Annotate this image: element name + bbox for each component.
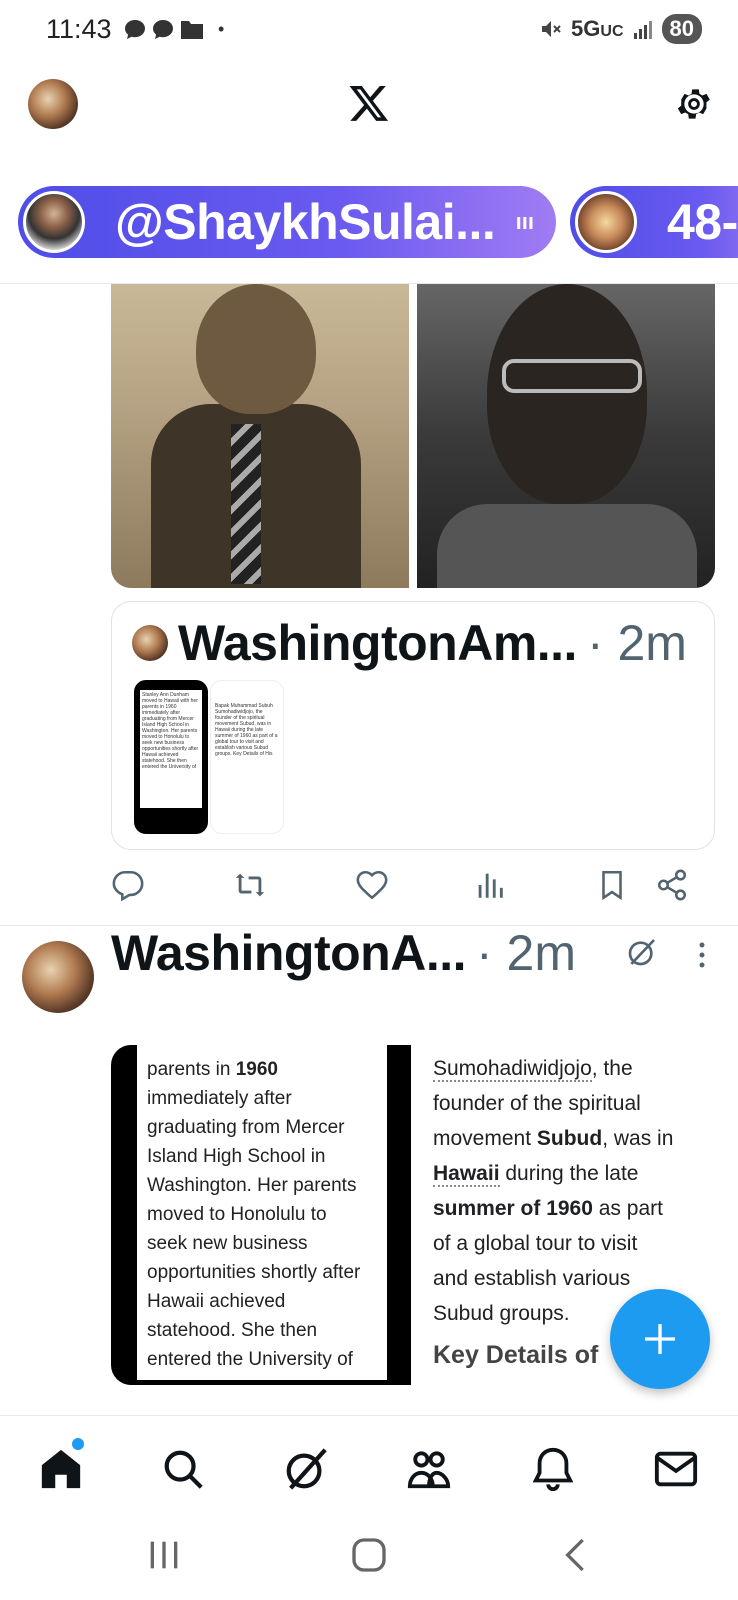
repost-icon[interactable] (233, 868, 267, 902)
grok-icon[interactable] (283, 1446, 329, 1492)
home-button-icon[interactable] (349, 1535, 389, 1575)
profile-avatar[interactable] (28, 79, 78, 129)
space-title: 48- (667, 194, 738, 250)
views-icon[interactable] (473, 868, 507, 902)
x-logo[interactable] (348, 82, 390, 124)
key-details-heading: Key Details of (433, 1341, 599, 1369)
audio-bars-icon: ııı (515, 209, 534, 234)
quote-header: WashingtonAm... · 2m (132, 614, 687, 672)
quoted-post[interactable]: WashingtonAm... · 2m Stanley Ann Dunham … (111, 601, 715, 850)
post-time: · 2m (476, 925, 576, 981)
space-host-avatar (23, 191, 85, 253)
dot-icon: • (218, 18, 225, 39)
android-nav-bar (0, 1515, 738, 1600)
signal-icon (633, 21, 652, 39)
chat-bubble-icon (153, 20, 173, 39)
compose-button[interactable] (610, 1289, 710, 1389)
post-photo[interactable] (111, 284, 409, 588)
status-bar: 11:43 • 5GUC 80 (0, 0, 738, 60)
like-icon[interactable] (355, 868, 389, 902)
unread-dot (72, 1438, 84, 1450)
author-avatar[interactable] (22, 941, 94, 1013)
space-pill[interactable]: 48- (570, 186, 738, 258)
recent-apps-icon[interactable] (144, 1535, 184, 1575)
notifications-icon[interactable] (530, 1446, 576, 1492)
network-label: 5GUC (571, 16, 624, 41)
back-icon[interactable] (556, 1535, 596, 1575)
quote-media-thumbnail[interactable]: Bapak Muhammad Subuh Sumohadiwidjojo, th… (210, 680, 284, 834)
system-icons: 5GUC 80 (539, 14, 702, 44)
bookmark-icon[interactable] (595, 868, 629, 902)
home-icon[interactable] (38, 1446, 84, 1492)
more-options-icon[interactable] (692, 940, 712, 970)
post-media-image[interactable]: parents in 1960 immediately after gradua… (111, 1045, 411, 1385)
quote-media-thumbnail[interactable]: Stanley Ann Dunham moved to Hawaii with … (134, 680, 208, 834)
quote-avatar (132, 625, 168, 661)
post-action-bar (111, 868, 715, 908)
post-photo[interactable] (417, 284, 715, 588)
reply-icon[interactable] (111, 868, 145, 902)
quote-time: · 2m (586, 615, 687, 671)
notification-icons: • (124, 18, 224, 40)
screenshot-text: parents in 1960 immediately after gradua… (137, 1045, 387, 1380)
author-name[interactable]: WashingtonA... (111, 924, 467, 982)
folder-icon (181, 21, 203, 39)
messages-icon[interactable] (653, 1446, 699, 1492)
spaces-bar: @ShaykhSulai... ııı 48- (0, 180, 738, 258)
gear-icon[interactable] (674, 84, 714, 124)
chat-bubble-icon (125, 20, 145, 39)
communities-icon[interactable] (406, 1446, 452, 1492)
battery-indicator: 80 (661, 14, 702, 44)
search-icon[interactable] (160, 1446, 206, 1492)
share-icon[interactable] (655, 868, 689, 902)
space-pill[interactable]: @ShaykhSulai... ııı (18, 186, 556, 258)
mute-icon (542, 21, 561, 37)
space-host-avatar (575, 191, 637, 253)
post-media-grid[interactable] (111, 284, 715, 588)
quote-author: WashingtonAm... (178, 615, 577, 671)
status-time: 11:43 (46, 14, 112, 44)
plus-icon (645, 1324, 675, 1354)
bottom-nav (0, 1415, 738, 1515)
grok-icon[interactable] (626, 936, 658, 968)
space-title: @ShaykhSulai... (115, 194, 496, 250)
post-header: WashingtonA... · 2m (111, 925, 576, 981)
